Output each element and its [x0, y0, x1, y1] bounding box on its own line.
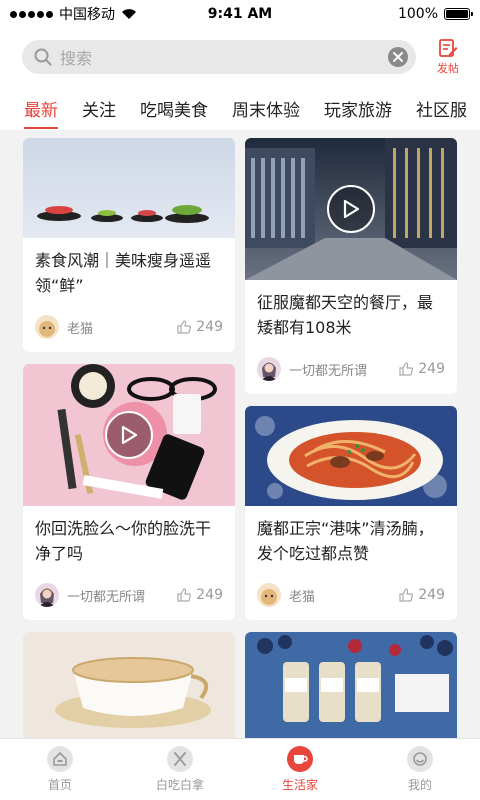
signal-icon [10, 10, 53, 18]
profile-icon [407, 746, 433, 772]
nav-label: 白吃白拿 [155, 778, 204, 792]
like-button[interactable]: 249 [176, 587, 223, 603]
feed-column-right: 征服魔都天空的餐厅，最矮都有108米 一切都无所谓 249 魔都正宗“港味”清汤… [245, 138, 457, 738]
like-count: 249 [196, 319, 223, 335]
like-button[interactable]: 249 [398, 587, 445, 603]
card-image [245, 406, 457, 506]
like-button[interactable]: 249 [398, 361, 445, 377]
thumbs-up-icon [399, 362, 414, 376]
card-title: 魔都正宗“港味”清汤腩，发个吃过都点赞 [257, 519, 434, 563]
category-tabs: 最新 关注 吃喝美食 周末体验 玩家旅游 社区服 [0, 86, 480, 130]
battery-percent: 100% [397, 6, 438, 22]
post-button[interactable]: 发帖 [430, 38, 466, 76]
nav-item-mine[interactable]: 我的 [360, 739, 480, 800]
feed-card[interactable] [23, 632, 235, 738]
author-name: 一切都无所谓 [289, 363, 368, 379]
avatar [257, 583, 281, 607]
card-title: 素食风潮｜美味瘦身遥遥领“鲜” [35, 251, 212, 295]
edit-icon [439, 39, 458, 57]
clear-search-button[interactable] [388, 47, 408, 67]
nav-label: 生活家 [281, 778, 318, 792]
tab-following[interactable]: 关注 [82, 88, 116, 129]
thumbs-up-icon [177, 320, 192, 334]
card-image [245, 632, 457, 738]
card-image [23, 364, 235, 506]
search-placeholder: 搜索 [60, 49, 93, 68]
avatar [257, 357, 281, 381]
card-title: 征服魔都天空的餐厅，最矮都有108米 [257, 293, 434, 337]
play-video-button[interactable] [105, 411, 153, 459]
card-image [245, 138, 457, 280]
author-name: 一切都无所谓 [67, 589, 146, 605]
play-icon [343, 199, 360, 219]
tab-community[interactable]: 社区服 [416, 88, 467, 129]
search-input[interactable]: 搜索 [22, 40, 416, 74]
tab-weekend[interactable]: 周末体验 [232, 88, 300, 129]
feed-card[interactable]: 征服魔都天空的餐厅，最矮都有108米 一切都无所谓 249 [245, 138, 457, 394]
like-button[interactable]: 249 [176, 319, 223, 335]
nav-item-life[interactable]: 生活家 [240, 739, 360, 800]
search-row: 搜索 发帖 [0, 28, 480, 86]
card-image [23, 138, 235, 238]
search-icon [34, 48, 52, 66]
home-icon [47, 746, 73, 772]
feed-card[interactable]: 魔都正宗“港味”清汤腩，发个吃过都点赞 老猫 249 [245, 406, 457, 620]
like-count: 249 [418, 587, 445, 603]
card-title: 你回洗脸么～你的脸洗干净了吗 [35, 519, 212, 563]
battery-icon [444, 8, 473, 20]
feed[interactable]: 素食风潮｜美味瘦身遥遥领“鲜” 老猫 249 你回洗脸么～你的脸洗干净了吗 一切… [0, 130, 480, 738]
author-name: 老猫 [67, 321, 94, 337]
tab-food[interactable]: 吃喝美食 [140, 88, 208, 129]
carrier-label: 中国移动 [59, 7, 115, 23]
bottom-nav: 首页 白吃白拿 生活家 我的 [0, 738, 480, 800]
close-icon [393, 52, 403, 62]
tab-latest[interactable]: 最新 [24, 88, 58, 129]
thumbs-up-icon [399, 588, 414, 602]
nav-label: 首页 [47, 778, 72, 792]
cutlery-icon [167, 746, 193, 772]
like-count: 249 [418, 361, 445, 377]
tab-travel[interactable]: 玩家旅游 [324, 88, 392, 129]
cup-icon [287, 746, 313, 772]
feed-card[interactable] [245, 632, 457, 738]
play-video-button[interactable] [327, 185, 375, 233]
feed-column-left: 素食风潮｜美味瘦身遥遥领“鲜” 老猫 249 你回洗脸么～你的脸洗干净了吗 一切… [23, 138, 235, 738]
card-image [23, 632, 235, 738]
avatar [35, 315, 59, 339]
feed-card[interactable]: 你回洗脸么～你的脸洗干净了吗 一切都无所谓 249 [23, 364, 235, 620]
post-label: 发帖 [437, 62, 459, 75]
wifi-icon [122, 9, 136, 19]
status-bar: 中国移动 9:41 AM 100% [0, 0, 480, 28]
nav-item-home[interactable]: 首页 [0, 739, 120, 800]
thumbs-up-icon [177, 588, 192, 602]
author-name: 老猫 [289, 589, 316, 605]
nav-item-freebies[interactable]: 白吃白拿 [120, 739, 240, 800]
like-count: 249 [196, 587, 223, 603]
feed-card[interactable]: 素食风潮｜美味瘦身遥遥领“鲜” 老猫 249 [23, 138, 235, 352]
avatar [35, 583, 59, 607]
nav-label: 我的 [407, 778, 432, 792]
play-icon [121, 425, 138, 445]
